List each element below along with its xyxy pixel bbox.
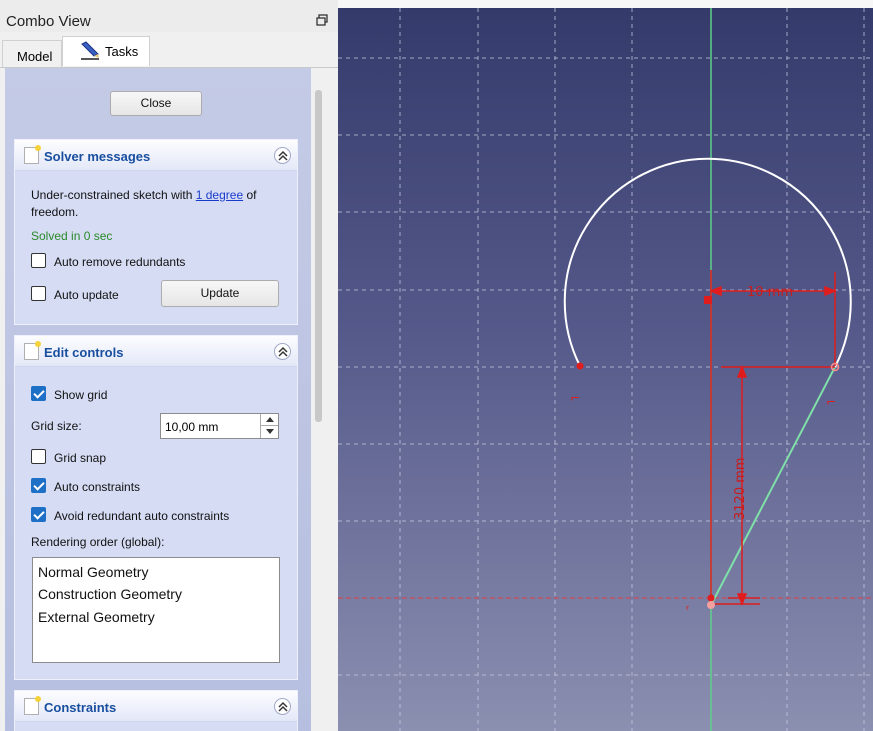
grid-snap-checkbox[interactable] (31, 449, 46, 464)
rendering-order-list[interactable]: Normal Geometry Construction Geometry Ex… (32, 557, 280, 663)
document-icon (24, 145, 41, 164)
line-end-point[interactable] (707, 601, 715, 609)
constraints-header[interactable]: Constraints (15, 691, 297, 722)
solver-message-suffix: of (243, 188, 257, 202)
combo-view: Combo View Model Tasks Close Solver mess… (0, 0, 338, 731)
auto-constraints-checkbox[interactable] (31, 478, 46, 493)
arc-geometry[interactable] (563, 157, 852, 368)
edit-controls-title: Edit controls (44, 345, 124, 360)
scrollbar-thumb[interactable] (315, 90, 322, 422)
tab-model[interactable]: Model (2, 40, 62, 67)
tab-tasks[interactable]: Tasks (62, 36, 150, 66)
constraints-panel: Constraints (14, 690, 298, 731)
pencil-icon (81, 41, 99, 60)
line-geometry[interactable] (710, 366, 836, 606)
solver-message: Under-constrained sketch with 1 degree o… (31, 188, 256, 202)
combo-tabs: Model Tasks (0, 36, 338, 68)
dimension-constraints[interactable] (708, 270, 838, 607)
sketch-3d-view[interactable]: ⌐ ⌐ ᵣ 10 mm 3120 mm (338, 0, 873, 731)
edit-controls-header[interactable]: Edit controls (15, 336, 297, 367)
auto-constraints-label: Auto constraints (54, 480, 141, 494)
degree-of-freedom-link[interactable]: 1 degree (196, 188, 243, 202)
auto-remove-redundants-checkbox[interactable] (31, 253, 46, 268)
combo-view-title: Combo View (6, 13, 91, 30)
horizontal-dimension-label[interactable]: 10 mm (747, 285, 793, 300)
solver-messages-header[interactable]: Solver messages (15, 140, 297, 171)
list-item[interactable]: Normal Geometry (38, 564, 148, 580)
solver-message-prefix: Under-constrained sketch with (31, 188, 196, 202)
tab-tasks-label: Tasks (105, 44, 139, 59)
point-on-object-icon[interactable]: ᵣ (686, 599, 690, 613)
grid-size-label: Grid size: (31, 419, 82, 433)
sketch-grid (338, 0, 873, 731)
show-grid-label: Show grid (54, 388, 108, 402)
combo-view-titlebar: Combo View (0, 0, 338, 32)
auto-update-label: Auto update (54, 288, 119, 302)
origin-point[interactable] (707, 594, 715, 602)
arc-center-point[interactable] (704, 296, 712, 304)
collapse-icon[interactable] (274, 343, 291, 360)
auto-remove-redundants-label: Auto remove redundants (54, 255, 186, 269)
grid-size-value: 10,00 mm (165, 420, 219, 434)
avoid-redundant-label: Avoid redundant auto constraints (54, 509, 230, 523)
list-item[interactable]: Construction Geometry (38, 586, 182, 602)
collapse-icon[interactable] (274, 147, 291, 164)
tab-model-label: Model (17, 49, 53, 64)
collapse-icon[interactable] (274, 698, 291, 715)
rendering-order-label: Rendering order (global): (31, 535, 165, 549)
document-icon (24, 341, 41, 360)
sketch-canvas[interactable]: ⌐ ⌐ ᵣ 10 mm 3120 mm (338, 0, 873, 731)
close-button[interactable]: Close (110, 91, 202, 116)
coincident-constraint-icon[interactable]: ⌐ (570, 391, 580, 405)
solver-messages-title: Solver messages (44, 149, 151, 164)
show-grid-checkbox[interactable] (31, 386, 46, 401)
arc-start-point[interactable] (576, 362, 584, 370)
auto-update-checkbox[interactable] (31, 286, 46, 301)
solver-message-line2: freedom. (31, 205, 79, 219)
grid-size-input[interactable]: 10,00 mm (160, 413, 279, 439)
update-button[interactable]: Update (161, 280, 279, 307)
solved-status: Solved in 0 sec (31, 229, 113, 243)
list-item[interactable]: External Geometry (38, 609, 155, 625)
constraints-title: Constraints (44, 700, 117, 715)
grid-snap-label: Grid snap (54, 451, 107, 465)
vertical-dimension-label[interactable]: 3120 mm (733, 457, 748, 520)
document-icon (24, 696, 41, 715)
tangent-constraint-icon[interactable]: ⌐ (826, 395, 836, 409)
spin-up-icon[interactable] (261, 414, 278, 426)
avoid-redundant-checkbox[interactable] (31, 507, 46, 522)
view-top-strip (338, 0, 873, 8)
spin-down-icon[interactable] (261, 426, 278, 438)
grid-size-spinner[interactable] (260, 414, 278, 438)
float-window-icon[interactable] (316, 14, 328, 26)
